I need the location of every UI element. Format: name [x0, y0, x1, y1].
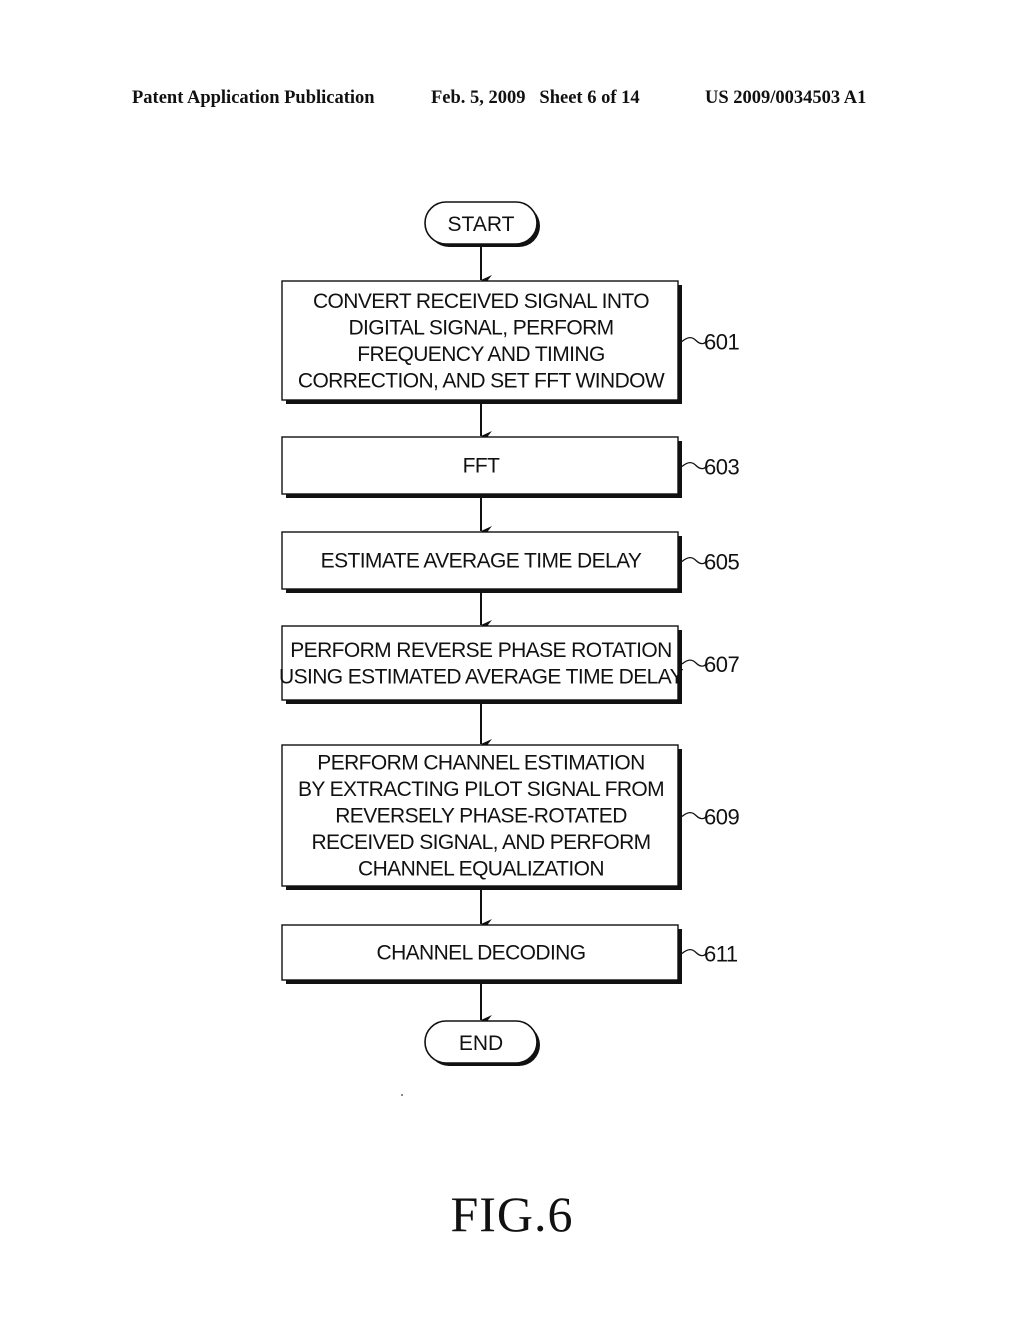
step-text-line: PERFORM REVERSE PHASE ROTATION [290, 639, 671, 662]
flowchart: START CONVERT RECEIVED SIGNAL INTO DIGITA… [279, 201, 740, 1066]
step-text-line: CORRECTION, AND SET FFT WINDOW [298, 369, 665, 392]
end-label: END [459, 1032, 503, 1055]
process-steps: CONVERT RECEIVED SIGNAL INTO DIGITAL SIGN… [279, 280, 740, 984]
leader-line [681, 659, 707, 667]
step-611: CHANNEL DECODING 611 [281, 924, 738, 984]
step-text-line: CHANNEL DECODING [377, 942, 586, 965]
step-text-line: DIGITAL SIGNAL, PERFORM [348, 316, 613, 339]
end-terminal: END [424, 1020, 540, 1066]
step-text-line: CHANNEL EQUALIZATION [358, 858, 604, 881]
step-607: PERFORM REVERSE PHASE ROTATION USING ESTI… [279, 625, 740, 704]
leader-line [681, 461, 707, 470]
step-text-line: PERFORM CHANNEL ESTIMATION [317, 752, 644, 775]
figure-label: FIG.6 [450, 1186, 574, 1242]
reference-number: 601 [704, 330, 739, 355]
step-text-line: CONVERT RECEIVED SIGNAL INTO [313, 290, 649, 313]
step-text-line: REVERSELY PHASE-ROTATED [335, 805, 627, 828]
step-text-line: RECEIVED SIGNAL, AND PERFORM [311, 831, 650, 854]
reference-number: 607 [704, 652, 739, 677]
speck [401, 1094, 403, 1096]
start-terminal: START [424, 201, 540, 247]
step-text-line: ESTIMATE AVERAGE TIME DELAY [321, 550, 642, 573]
step-609: PERFORM CHANNEL ESTIMATION BY EXTRACTING … [281, 744, 740, 890]
step-text-line: USING ESTIMATED AVERAGE TIME DELAY [279, 665, 684, 688]
reference-number: 609 [704, 805, 739, 830]
start-label: START [448, 213, 515, 236]
step-text-line: BY EXTRACTING PILOT SIGNAL FROM [298, 778, 664, 801]
leader-line [681, 336, 707, 345]
leader-line [681, 811, 707, 820]
leader-line [681, 948, 707, 957]
leader-line [681, 556, 707, 565]
reference-number: 605 [704, 550, 739, 575]
step-box [281, 625, 679, 701]
reference-number: 603 [704, 455, 739, 480]
step-603: FFT 603 [281, 436, 740, 498]
step-text-line: FFT [463, 455, 500, 478]
step-text-line: FREQUENCY AND TIMING [357, 343, 604, 366]
step-601: CONVERT RECEIVED SIGNAL INTO DIGITAL SIGN… [281, 280, 740, 404]
step-605: ESTIMATE AVERAGE TIME DELAY 605 [281, 531, 740, 593]
reference-number: 611 [704, 942, 738, 967]
